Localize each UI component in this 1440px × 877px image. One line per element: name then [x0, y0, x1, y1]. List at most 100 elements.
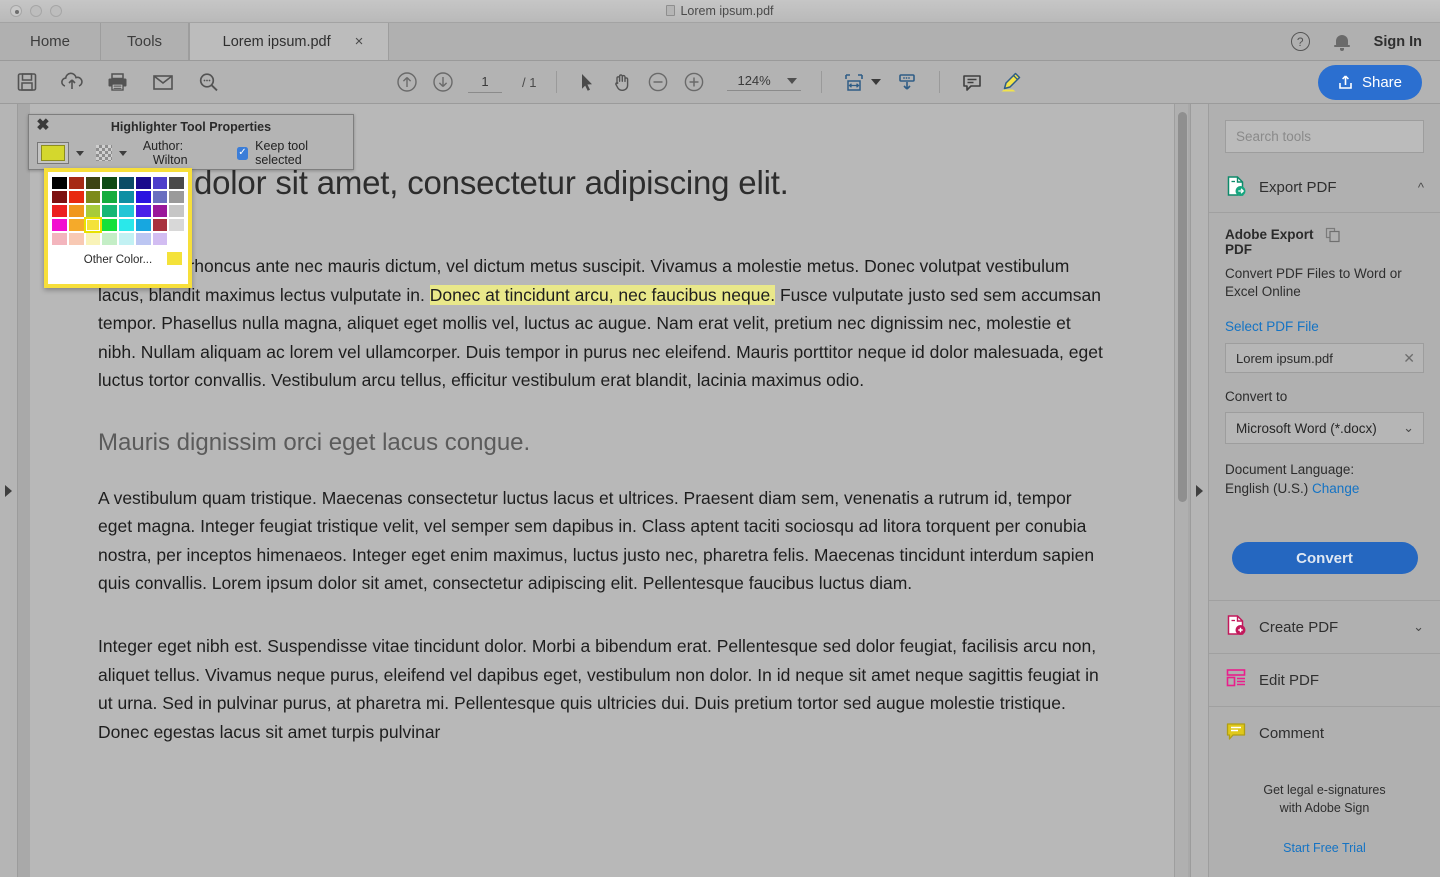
color-swatch-18[interactable]	[85, 205, 101, 217]
download-icon[interactable]	[895, 71, 919, 93]
color-dropdown-caret-icon[interactable]	[75, 150, 84, 156]
chevron-up-icon[interactable]: ^	[1418, 180, 1424, 195]
left-pane-toggle[interactable]	[0, 104, 18, 877]
color-swatch-11[interactable]	[102, 191, 117, 203]
zoom-out-icon[interactable]	[647, 71, 669, 93]
notification-bell-icon[interactable]	[1333, 33, 1350, 51]
sign-in-button[interactable]: Sign In	[1374, 34, 1422, 50]
color-swatch-2[interactable]	[85, 177, 101, 189]
highlighter-tool-properties-panel[interactable]: ✖ Highlighter Tool Properties Author: Wi…	[28, 114, 354, 170]
close-icon-panel[interactable]: ✖	[34, 117, 52, 135]
selected-file-box[interactable]: Lorem ipsum.pdf ✕	[1225, 343, 1424, 373]
save-icon[interactable]	[16, 71, 38, 93]
color-swatch-3[interactable]	[102, 177, 117, 189]
author-value[interactable]: Wilton	[153, 153, 188, 167]
color-swatch-25[interactable]	[68, 219, 84, 231]
comment-icon[interactable]	[960, 71, 984, 93]
chevron-down-icon[interactable]	[786, 77, 797, 84]
document-viewport[interactable]: ipsum dolor sit amet, consectetur adipis…	[18, 104, 1190, 877]
search-tools-input[interactable]	[1225, 120, 1424, 153]
color-swatch-17[interactable]	[68, 205, 84, 217]
color-swatch-14[interactable]	[152, 191, 168, 203]
opacity-dropdown-caret-icon[interactable]	[118, 150, 127, 156]
color-swatch-31[interactable]	[169, 219, 184, 231]
color-swatch-1[interactable]	[68, 177, 84, 189]
color-swatch-16[interactable]	[52, 205, 67, 217]
color-swatch-19[interactable]	[102, 205, 117, 217]
zoom-in-icon[interactable]	[683, 71, 705, 93]
convert-button[interactable]: Convert	[1231, 542, 1418, 574]
color-swatch-12[interactable]	[119, 191, 134, 203]
scrollbar-thumb[interactable]	[1178, 112, 1187, 502]
color-swatch-0[interactable]	[52, 177, 67, 189]
print-icon[interactable]	[106, 71, 129, 93]
right-pane-toggle[interactable]	[1190, 104, 1208, 877]
color-swatch-38[interactable]	[152, 233, 168, 245]
color-swatch-24[interactable]	[52, 219, 67, 231]
sidebar-item-edit-pdf[interactable]: Edit PDF	[1209, 654, 1440, 707]
chevron-down-icon-3[interactable]: ⌄	[1403, 420, 1414, 436]
color-swatch-15[interactable]	[169, 191, 184, 203]
other-color-row[interactable]: Other Color...	[48, 249, 188, 271]
color-swatch-6[interactable]	[152, 177, 168, 189]
color-swatch-33[interactable]	[68, 233, 84, 245]
color-swatch-28[interactable]	[119, 219, 134, 231]
tab-tools[interactable]: Tools	[101, 23, 190, 60]
color-swatch-4[interactable]	[119, 177, 134, 189]
opacity-checker-icon[interactable]	[95, 145, 112, 161]
select-cursor-icon[interactable]	[577, 71, 597, 93]
color-swatch-37[interactable]	[135, 233, 151, 245]
color-swatch-35[interactable]	[102, 233, 117, 245]
hand-tool-icon[interactable]	[611, 71, 633, 93]
convert-to-select[interactable]: Microsoft Word (*.docx) ⌄	[1225, 412, 1424, 444]
color-swatch-5[interactable]	[135, 177, 151, 189]
chevron-down-icon-4[interactable]: ⌄	[1413, 619, 1424, 635]
color-swatch-20[interactable]	[119, 205, 134, 217]
select-pdf-file-link[interactable]: Select PDF File	[1225, 319, 1424, 334]
highlighted-text[interactable]: Donec at tincidunt arcu, nec faucibus ne…	[429, 284, 776, 305]
color-swatch-21[interactable]	[135, 205, 151, 217]
email-icon[interactable]	[151, 71, 175, 93]
color-swatch-26[interactable]	[83, 217, 103, 233]
share-button[interactable]: Share	[1317, 64, 1422, 100]
color-swatch-27[interactable]	[102, 219, 117, 231]
color-swatch-button[interactable]	[37, 142, 69, 164]
sidebar-item-export-pdf[interactable]: Export PDF ^	[1209, 163, 1440, 213]
color-picker-popup[interactable]: Other Color...	[44, 168, 192, 288]
tab-document[interactable]: Lorem ipsum.pdf ×	[189, 23, 390, 60]
color-swatch-7[interactable]	[169, 177, 184, 189]
fit-page-icon[interactable]	[842, 71, 881, 93]
document-vertical-scrollbar[interactable]	[1174, 104, 1188, 877]
sidebar-item-comment[interactable]: Comment	[1209, 707, 1440, 759]
close-icon[interactable]: ×	[355, 34, 364, 49]
page-down-icon[interactable]	[432, 71, 454, 93]
color-swatch-23[interactable]	[169, 205, 184, 217]
color-swatch-9[interactable]	[68, 191, 84, 203]
zoom-level-selector[interactable]: 124%	[727, 73, 801, 91]
keep-tool-selected-option[interactable]: ✓ Keep tool selected	[236, 139, 345, 167]
color-swatch-10[interactable]	[85, 191, 101, 203]
color-swatch-30[interactable]	[152, 219, 168, 231]
tab-home[interactable]: Home	[0, 23, 102, 60]
chevron-down-icon-2[interactable]	[870, 79, 881, 85]
page-up-icon[interactable]	[396, 71, 418, 93]
color-swatch-32[interactable]	[52, 233, 67, 245]
color-swatch-8[interactable]	[52, 191, 67, 203]
help-icon[interactable]: ?	[1290, 32, 1310, 51]
color-swatch-39[interactable]	[169, 233, 184, 245]
color-swatch-36[interactable]	[119, 233, 134, 245]
copy-icon[interactable]	[1325, 227, 1425, 246]
sidebar-item-create-pdf[interactable]: Create PDF ⌄	[1209, 601, 1440, 654]
color-swatch-29[interactable]	[135, 219, 151, 231]
highlighter-icon[interactable]	[998, 70, 1024, 94]
color-swatch-22[interactable]	[152, 205, 168, 217]
clear-file-icon[interactable]: ✕	[1403, 350, 1415, 367]
start-free-trial-link[interactable]: Start Free Trial	[1209, 839, 1440, 857]
search-icon[interactable]	[197, 71, 221, 93]
color-swatch-34[interactable]	[85, 233, 101, 245]
page-number-input[interactable]	[468, 71, 502, 93]
color-swatch-13[interactable]	[135, 191, 151, 203]
checkbox-checked-icon[interactable]: ✓	[236, 146, 249, 160]
cloud-upload-icon[interactable]	[60, 71, 84, 93]
change-language-link[interactable]: Change	[1312, 481, 1359, 496]
